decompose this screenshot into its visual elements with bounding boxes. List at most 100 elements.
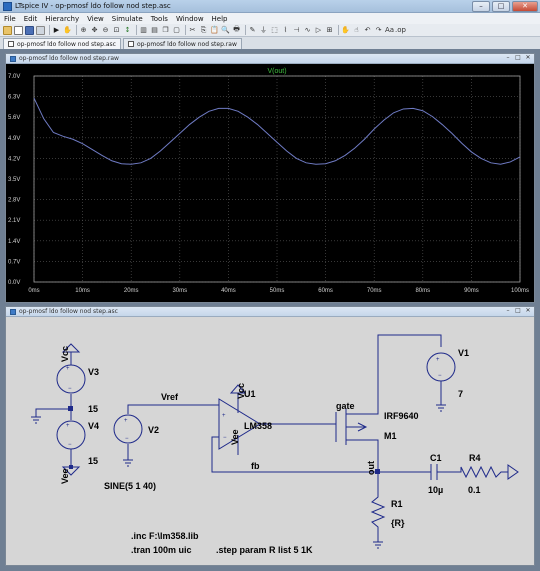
spice-directive-icon[interactable]: .op xyxy=(395,26,406,35)
v4-label[interactable]: V4 xyxy=(88,421,99,431)
schematic-maximize-button[interactable]: □ xyxy=(514,308,522,315)
menu-window[interactable]: Window xyxy=(176,15,204,23)
label-net-icon[interactable]: ⬚ xyxy=(270,26,279,35)
menu-help[interactable]: Help xyxy=(212,15,228,23)
c1-label[interactable]: C1 xyxy=(430,453,442,463)
r1-value[interactable]: {R} xyxy=(391,518,405,528)
ground-icon[interactable]: ⏚ xyxy=(259,26,268,35)
menu-simulate[interactable]: Simulate xyxy=(112,15,143,23)
diode-icon[interactable]: ▷ xyxy=(314,26,323,35)
menu-file[interactable]: File xyxy=(4,15,16,23)
move-icon[interactable]: ✋ xyxy=(341,26,350,35)
halt-icon[interactable]: ✋ xyxy=(63,26,72,35)
find-icon[interactable]: 🔍 xyxy=(221,26,230,35)
zoom-in-icon[interactable]: ⊕ xyxy=(79,26,88,35)
autorange-icon[interactable]: ↕ xyxy=(123,26,132,35)
x-tick-label: 50ms xyxy=(270,288,285,294)
u1-model[interactable]: LM358 xyxy=(244,421,272,431)
zoom-fit-icon[interactable]: ⊡ xyxy=(112,26,121,35)
waveform-plot[interactable]: 0ms 10ms 20ms 30ms 40ms 50ms 60ms 70ms 80ms 90ms 1… xyxy=(6,64,534,302)
wire-icon[interactable]: ✎ xyxy=(248,26,257,35)
inductor-icon[interactable]: ∿ xyxy=(303,26,312,35)
v2-value[interactable]: SINE(5 1 40) xyxy=(104,481,156,491)
capacitor-icon[interactable]: ⊣ xyxy=(292,26,301,35)
component-icon[interactable]: ⊞ xyxy=(325,26,334,35)
vref-net-label[interactable]: Vref xyxy=(161,392,179,402)
undo-icon[interactable]: ↶ xyxy=(363,26,372,35)
u1-label[interactable]: U1 xyxy=(244,389,256,399)
schematic-canvas[interactable]: + − + − + − + − + − Vcc V3 15 V4 15 Vee … xyxy=(6,317,534,565)
c1-value[interactable]: 10µ xyxy=(428,485,443,495)
drag-icon[interactable]: ☝ xyxy=(352,26,361,35)
schematic-close-button[interactable]: ✕ xyxy=(524,308,532,315)
tab-waveform[interactable]: op-pmosf ldo follow nod step.raw xyxy=(122,38,242,49)
close-button[interactable]: ✕ xyxy=(512,0,538,12)
schematic-window[interactable]: op-pmosf ldo follow nod step.asc – □ ✕ +… xyxy=(5,306,535,566)
waveform-close-button[interactable]: ✕ xyxy=(524,55,532,62)
v2-label[interactable]: V2 xyxy=(148,425,159,435)
directive-inc[interactable]: .inc F:\lm358.lib xyxy=(131,531,199,541)
gate-net-label[interactable]: gate xyxy=(336,401,355,411)
control-panel-icon[interactable] xyxy=(36,25,45,35)
toolbar-separator xyxy=(136,25,137,35)
r4-label[interactable]: R4 xyxy=(469,453,481,463)
waveform-minimize-button[interactable]: – xyxy=(504,55,512,62)
v3-vcc-label[interactable]: Vcc xyxy=(60,346,70,362)
out-net-label[interactable]: out xyxy=(366,461,376,475)
menu-tools[interactable]: Tools xyxy=(151,15,168,23)
redo-icon[interactable]: ↷ xyxy=(374,26,383,35)
v3-value[interactable]: 15 xyxy=(88,404,98,414)
text-icon[interactable]: Aa xyxy=(385,26,394,35)
v4-value[interactable]: 15 xyxy=(88,456,98,466)
tab-waveform-label: op-pmosf ldo follow nod step.raw xyxy=(136,40,237,48)
v3-label[interactable]: V3 xyxy=(88,367,99,377)
r1-label[interactable]: R1 xyxy=(391,499,403,509)
pan-icon[interactable]: ✥ xyxy=(90,26,99,35)
v1-label[interactable]: V1 xyxy=(458,348,469,358)
v1-value[interactable]: 7 xyxy=(458,389,463,399)
close-all-icon[interactable]: ▢ xyxy=(172,26,181,35)
schematic-minimize-button[interactable]: – xyxy=(504,308,512,315)
v3-minus: − xyxy=(68,386,72,392)
m1-label[interactable]: M1 xyxy=(384,431,397,441)
waveform-window[interactable]: op-pmosf ldo follow nod step.raw – □ ✕ 0… xyxy=(5,53,535,303)
menu-view[interactable]: View xyxy=(87,15,104,23)
menu-edit[interactable]: Edit xyxy=(24,15,38,23)
tile-horizontal-icon[interactable]: ▤ xyxy=(150,26,159,35)
open-icon[interactable] xyxy=(3,25,12,35)
waveform-window-title: op-pmosf ldo follow nod step.raw xyxy=(19,55,119,62)
cut-icon[interactable]: ✂ xyxy=(188,26,197,35)
zoom-out-icon[interactable]: ⊖ xyxy=(101,26,110,35)
new-schematic-icon[interactable] xyxy=(14,25,23,35)
r4-value[interactable]: 0.1 xyxy=(468,485,481,495)
y-tick-label: 1.4V xyxy=(8,239,20,245)
v4-vee-label[interactable]: Vee xyxy=(60,468,70,484)
waveform-maximize-button[interactable]: □ xyxy=(514,55,522,62)
run-icon[interactable]: ▶ xyxy=(52,26,61,35)
m1-model[interactable]: IRF9640 xyxy=(384,411,419,421)
x-tick-label: 90ms xyxy=(464,288,479,294)
cascade-icon[interactable]: ❐ xyxy=(161,26,170,35)
tab-schematic[interactable]: op-pmosf ldo follow nod step.asc xyxy=(3,38,121,49)
v3-plus: + xyxy=(66,366,70,372)
minimize-button[interactable]: – xyxy=(472,0,490,12)
maximize-button[interactable]: □ xyxy=(492,0,510,12)
trace-title[interactable]: V(out) xyxy=(267,68,286,75)
paste-icon[interactable]: 📋 xyxy=(210,26,219,35)
u1-vee-label[interactable]: Vee xyxy=(230,429,240,445)
copy-icon[interactable]: ⎘ xyxy=(199,26,208,35)
tile-vertical-icon[interactable]: ▥ xyxy=(139,26,148,35)
resistor-icon[interactable]: ⌇ xyxy=(281,26,290,35)
x-tick-label: 20ms xyxy=(124,288,139,294)
directive-tran[interactable]: .tran 100m uic xyxy=(131,545,192,555)
x-tick-label: 0ms xyxy=(28,288,39,294)
fb-net-label[interactable]: fb xyxy=(251,461,260,471)
y-tick-label: 0.7V xyxy=(8,259,20,265)
save-icon[interactable] xyxy=(25,25,34,35)
directive-step[interactable]: .step param R list 5 1K xyxy=(216,545,313,555)
schematic-background xyxy=(6,317,534,565)
menu-hierarchy[interactable]: Hierarchy xyxy=(45,15,79,23)
v1-minus: − xyxy=(438,373,442,379)
print-icon[interactable]: 🖶 xyxy=(232,25,241,35)
junction-dot xyxy=(69,465,73,469)
